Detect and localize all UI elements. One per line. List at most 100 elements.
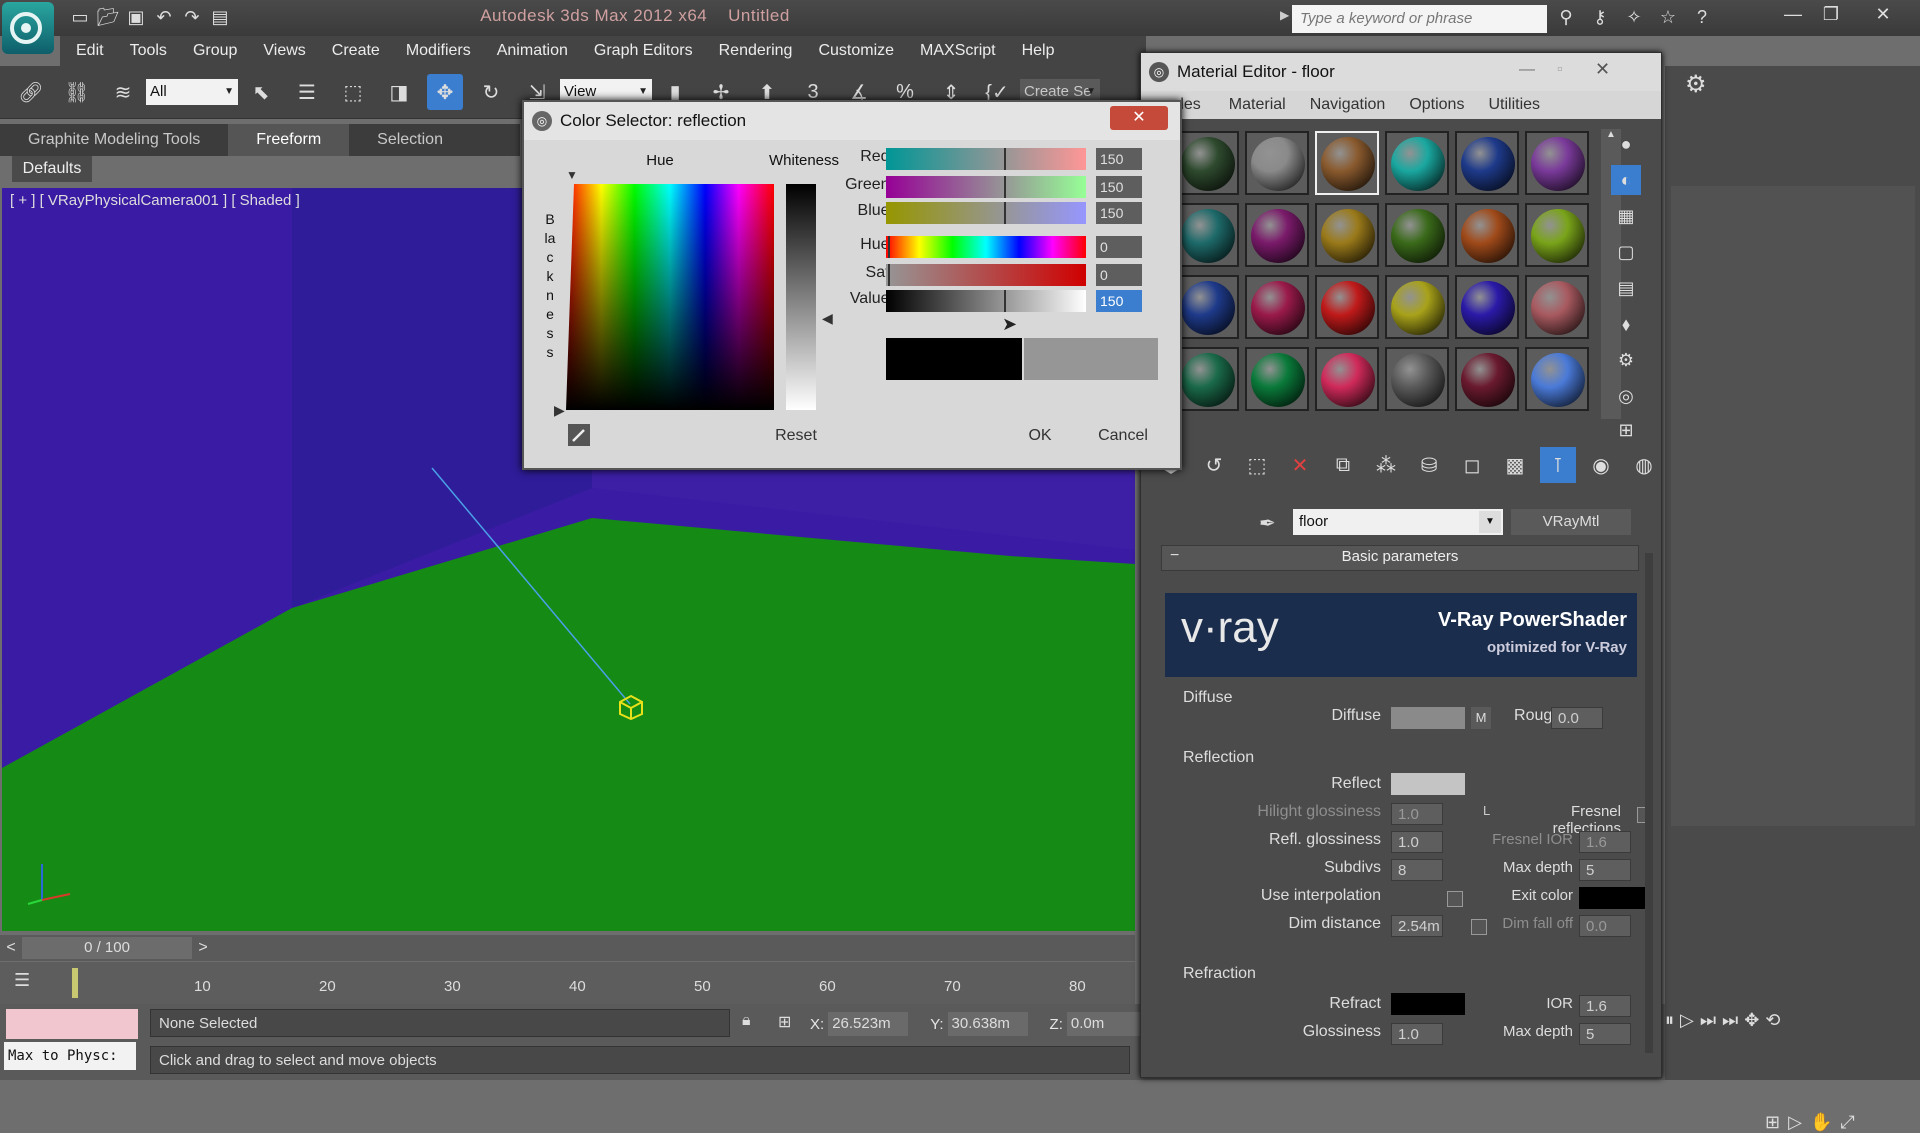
- sample-slot[interactable]: [1175, 275, 1239, 339]
- maximize-viewport-icon[interactable]: ⤢: [1840, 1112, 1854, 1133]
- whiteness-marker-icon[interactable]: ◀: [822, 310, 833, 327]
- copy-material-icon[interactable]: ⧉: [1325, 447, 1361, 483]
- sample-slot[interactable]: [1385, 347, 1449, 411]
- hilight-lock-button[interactable]: L: [1483, 803, 1490, 818]
- red-field[interactable]: 150: [1096, 148, 1142, 170]
- sample-slot[interactable]: [1385, 203, 1449, 267]
- sample-type-icon[interactable]: ●: [1611, 129, 1641, 159]
- save-icon[interactable]: ▣: [122, 4, 150, 30]
- reset-map-icon[interactable]: ✕: [1282, 447, 1318, 483]
- sat-field[interactable]: 0: [1096, 264, 1142, 286]
- menu-animation[interactable]: Animation: [497, 42, 568, 60]
- menu-options[interactable]: Options: [1409, 96, 1464, 114]
- menu-tools[interactable]: Tools: [130, 42, 167, 60]
- rollout-header[interactable]: − Basic parameters: [1161, 545, 1639, 571]
- sample-slot[interactable]: [1455, 275, 1519, 339]
- mini-curve-editor-icon[interactable]: ☰: [14, 970, 44, 996]
- sample-slot[interactable]: [1175, 203, 1239, 267]
- dim-distance-field[interactable]: 2.54m: [1391, 915, 1443, 937]
- green-field[interactable]: 150: [1096, 176, 1142, 198]
- pan-icon[interactable]: ✥: [1744, 1010, 1759, 1031]
- menu-material[interactable]: Material: [1229, 96, 1286, 114]
- hand-pan-icon[interactable]: ✋: [1810, 1112, 1832, 1133]
- max-depth-field[interactable]: 5: [1579, 859, 1631, 881]
- select-move-icon[interactable]: ✥: [427, 74, 463, 110]
- show-end-result-icon[interactable]: ⊺: [1540, 447, 1576, 483]
- menu-maxscript[interactable]: MAXScript: [920, 42, 996, 60]
- use-interpolation-checkbox[interactable]: [1447, 891, 1463, 907]
- sample-slot[interactable]: [1525, 275, 1589, 339]
- sample-slot[interactable]: [1315, 131, 1379, 195]
- tab-freeform[interactable]: Freeform: [228, 124, 350, 156]
- sample-slot[interactable]: [1245, 131, 1309, 195]
- reflect-color-swatch[interactable]: [1391, 773, 1465, 795]
- minimize-button[interactable]: —: [1776, 4, 1810, 28]
- roughness-field[interactable]: 0.0: [1551, 707, 1603, 729]
- make-unique-icon[interactable]: ⁂: [1368, 447, 1404, 483]
- minimize-icon[interactable]: —: [1519, 61, 1535, 79]
- new-file-icon[interactable]: ▭: [66, 4, 94, 30]
- color-selector-titlebar[interactable]: ◎ Color Selector: reflection ✕: [524, 102, 1180, 140]
- menu-views[interactable]: Views: [263, 42, 305, 60]
- help-icon[interactable]: ?: [1688, 4, 1716, 30]
- search-expand-icon[interactable]: ▶: [1280, 8, 1289, 22]
- time-slider-thumb[interactable]: 0 / 100: [22, 937, 192, 959]
- blackness-marker-icon[interactable]: ▶: [554, 402, 565, 419]
- sample-slot[interactable]: [1315, 275, 1379, 339]
- refract-color-swatch[interactable]: [1391, 993, 1465, 1015]
- sample-slot[interactable]: [1525, 131, 1589, 195]
- search-input[interactable]: Type a keyword or phrase: [1292, 5, 1547, 33]
- background-icon[interactable]: ▦: [1611, 201, 1641, 231]
- backlight-icon[interactable]: ◐: [1611, 165, 1641, 195]
- key-mode-icon[interactable]: ⏸: [1665, 1010, 1674, 1031]
- sample-slot[interactable]: [1245, 347, 1309, 411]
- binoculars-icon[interactable]: ⚲: [1552, 4, 1580, 30]
- z-coord-field[interactable]: 0.0m: [1066, 1012, 1147, 1036]
- diffuse-color-swatch[interactable]: [1391, 707, 1465, 729]
- refr-glossiness-field[interactable]: 1.0: [1391, 1023, 1443, 1045]
- star-icon[interactable]: ☆: [1654, 4, 1682, 30]
- make-preview-icon[interactable]: ⬧: [1611, 309, 1641, 339]
- render-setup-icon[interactable]: ⚙: [1685, 70, 1725, 110]
- fresnel-ior-field[interactable]: 1.6: [1579, 831, 1631, 853]
- menu-edit[interactable]: Edit: [76, 42, 104, 60]
- show-map-icon[interactable]: ▩: [1497, 447, 1533, 483]
- redo-icon[interactable]: ↷: [178, 4, 206, 30]
- reset-button[interactable]: Reset: [746, 422, 846, 450]
- blue-slider[interactable]: [886, 202, 1086, 224]
- dim-falloff-field[interactable]: 0.0: [1579, 915, 1631, 937]
- sample-slot[interactable]: [1245, 203, 1309, 267]
- material-name-field[interactable]: floor: [1293, 509, 1503, 535]
- bind-spacewarp-icon[interactable]: ≋: [105, 74, 141, 110]
- lock-icon[interactable]: 🔒︎: [742, 1012, 751, 1030]
- menu-customize[interactable]: Customize: [818, 42, 894, 60]
- menu-rendering[interactable]: Rendering: [719, 42, 793, 60]
- close-icon[interactable]: ✕: [1110, 106, 1168, 130]
- sample-slot[interactable]: [1315, 347, 1379, 411]
- time-slider[interactable]: < 0 / 100 >: [0, 935, 1135, 961]
- sample-slot[interactable]: [1385, 275, 1449, 339]
- selection-filter-dropdown[interactable]: All: [146, 79, 238, 105]
- menu-graph-editors[interactable]: Graph Editors: [594, 42, 693, 60]
- material-type-button[interactable]: VRayMtl: [1511, 509, 1631, 535]
- sample-slot[interactable]: [1525, 203, 1589, 267]
- sample-slot[interactable]: [1455, 203, 1519, 267]
- put-to-scene-icon[interactable]: ↺: [1196, 447, 1232, 483]
- sample-slot[interactable]: [1455, 131, 1519, 195]
- sample-slot[interactable]: [1315, 203, 1379, 267]
- next-key-icon[interactable]: ⏭: [1700, 1010, 1716, 1031]
- select-by-material-icon[interactable]: ◎: [1611, 381, 1641, 411]
- restore-button[interactable]: ❐: [1814, 4, 1848, 28]
- material-navigator-icon[interactable]: ⊞: [1611, 415, 1641, 445]
- sample-slot[interactable]: [1385, 131, 1449, 195]
- goto-end-icon[interactable]: ⏭: [1722, 1010, 1738, 1031]
- chevron-down-icon[interactable]: ▼: [1479, 511, 1501, 533]
- menu-modifiers[interactable]: Modifiers: [406, 42, 471, 60]
- uv-tiling-icon[interactable]: ▢: [1611, 237, 1641, 267]
- close-icon[interactable]: ✕: [1595, 59, 1610, 80]
- viewport-label[interactable]: [ + ] [ VRayPhysicalCamera001 ] [ Shaded…: [10, 192, 300, 209]
- go-to-parent-icon[interactable]: ◉: [1583, 447, 1619, 483]
- fov-icon[interactable]: ▷: [1788, 1112, 1802, 1133]
- select-by-name-icon[interactable]: ☰: [289, 74, 325, 110]
- project-folder-icon[interactable]: ▤: [206, 4, 234, 30]
